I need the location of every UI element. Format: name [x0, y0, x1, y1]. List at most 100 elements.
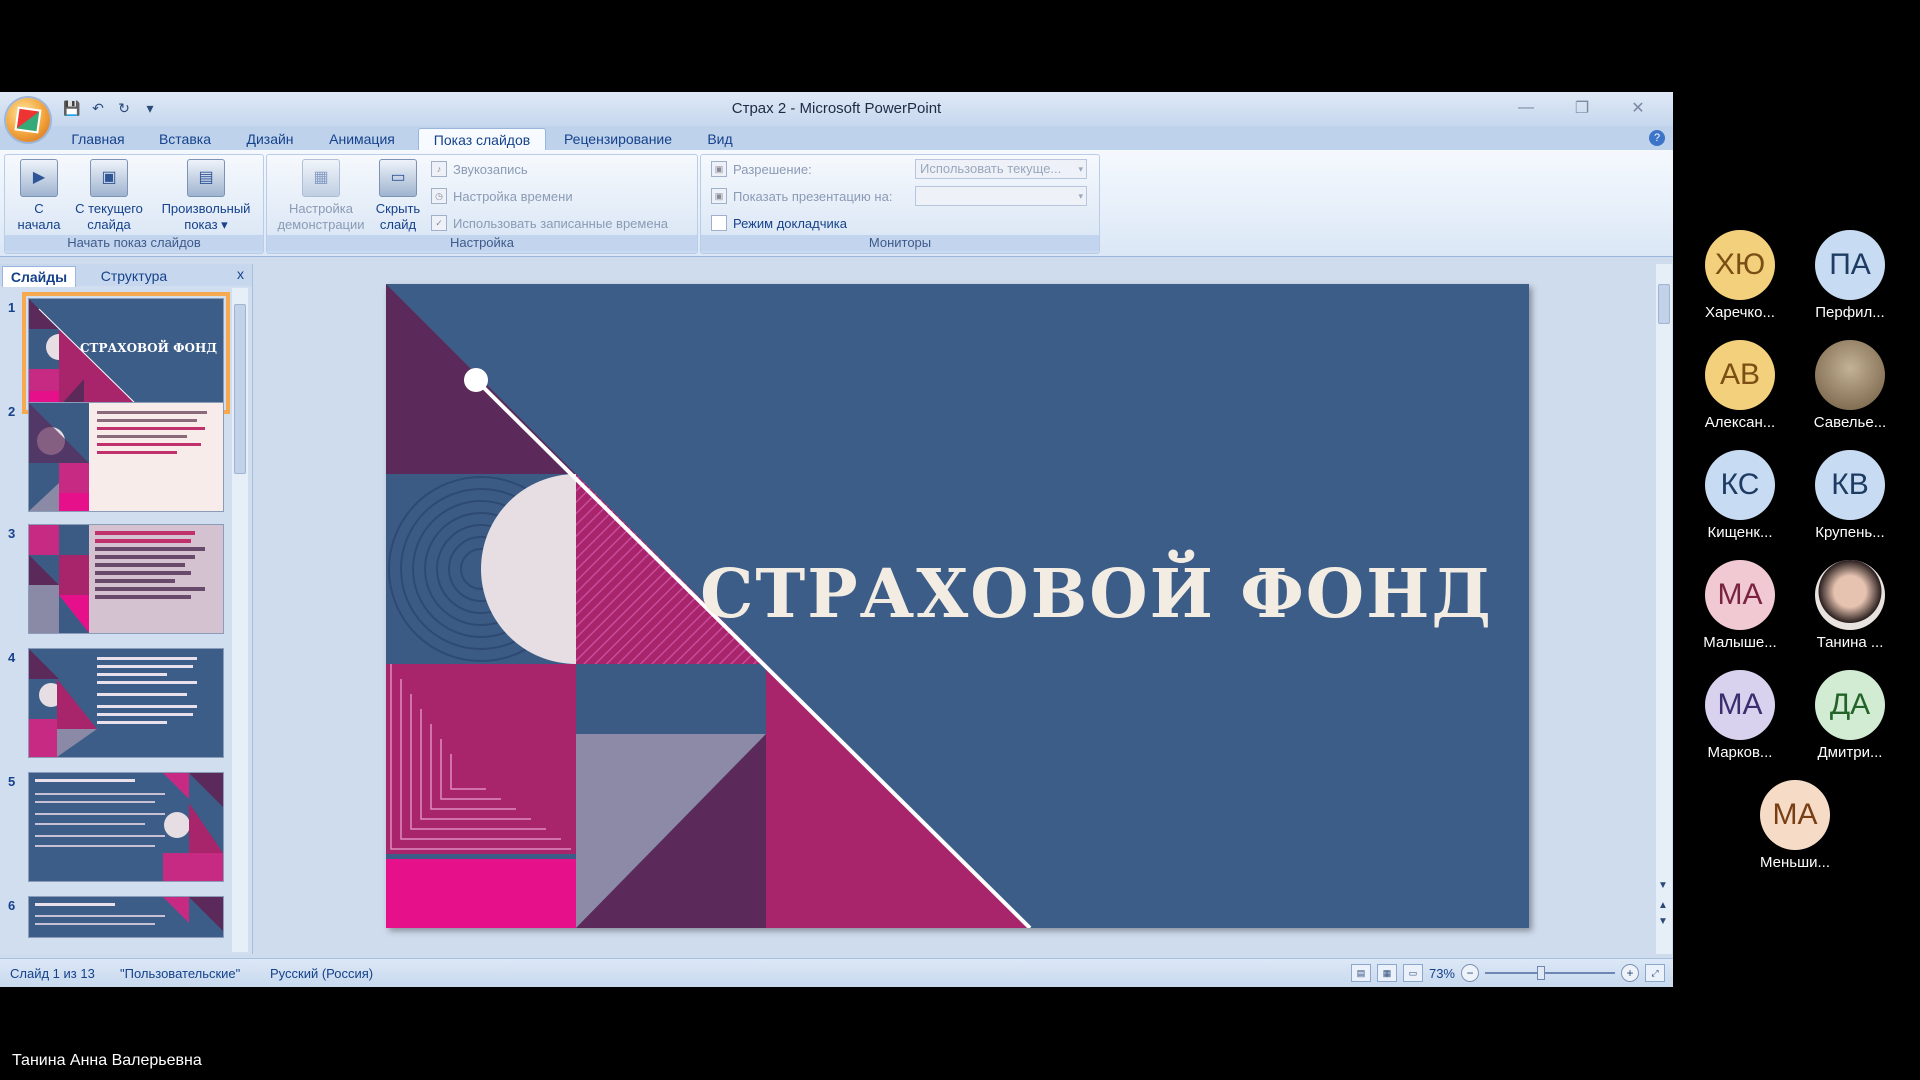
slide-thumbnail-1[interactable]: СТРАХОВОЙ ФОНД: [22, 292, 230, 414]
participant-tile[interactable]: ДА Дмитри...: [1796, 670, 1904, 761]
tab-slide-show[interactable]: Показ слайдов: [418, 128, 546, 151]
resolution-value: Использовать текуще...: [920, 161, 1062, 176]
thumb-number: 6: [8, 898, 16, 913]
setup-show-button[interactable]: ▦ Настройка демонстрации: [271, 159, 371, 233]
zoom-level[interactable]: 73%: [1429, 966, 1455, 981]
thumb-1-title: СТРАХОВОЙ ФОНД: [80, 341, 217, 355]
setup-show-label-2: демонстрации: [277, 217, 365, 232]
language-indicator[interactable]: Русский (Россия): [270, 966, 373, 981]
scroll-thumb[interactable]: [234, 304, 246, 474]
fit-to-window-icon[interactable]: ⤢: [1645, 964, 1665, 982]
from-beginning-button[interactable]: ▶ С начала: [9, 159, 69, 233]
thumb-5-art: [35, 773, 223, 881]
rehearse-timings-option[interactable]: ◷ Настройка времени: [431, 188, 573, 204]
from-current-label-2: слайда: [87, 217, 131, 232]
thumb-2-art: [29, 403, 207, 511]
tab-insert[interactable]: Вставка: [150, 128, 220, 150]
avatar: МА: [1705, 560, 1775, 630]
tab-outline[interactable]: Структура: [88, 266, 180, 286]
show-on-label: Показать презентацию на:: [733, 188, 893, 204]
avatar: МА: [1705, 670, 1775, 740]
participant-tile[interactable]: МА Малыше...: [1686, 560, 1794, 651]
resolution-dropdown[interactable]: Использовать текуще... ▾: [915, 159, 1087, 179]
normal-view-icon[interactable]: ▤: [1350, 964, 1371, 982]
thumb-3-art: [29, 525, 205, 633]
close-button[interactable]: ✕: [1611, 96, 1665, 120]
previous-slide-icon[interactable]: ▲: [1658, 900, 1668, 911]
participant-name: Марков...: [1707, 744, 1773, 761]
setup-show-icon: ▦: [302, 159, 340, 197]
participant-tile[interactable]: МА Меньши...: [1741, 780, 1849, 871]
participant-tile[interactable]: АВ Алексан...: [1686, 340, 1794, 431]
participant-tile[interactable]: КВ Крупень...: [1796, 450, 1904, 541]
slides-panel-scrollbar[interactable]: [232, 288, 248, 952]
title-bar: 💾 ↶ ↻ ▾ Страх 2 - Microsoft PowerPoint —…: [0, 92, 1673, 126]
slide-title[interactable]: СТРАХОВОЙ ФОНД: [700, 554, 1493, 633]
office-button[interactable]: [6, 98, 50, 142]
minimize-button[interactable]: —: [1499, 96, 1553, 120]
slide-counter: Слайд 1 из 13: [10, 966, 95, 981]
presenter-view-checkbox[interactable]: Режим докладчика: [711, 215, 847, 231]
scroll-down-icon[interactable]: ▼: [1658, 880, 1668, 891]
participant-name: Танина ...: [1816, 634, 1884, 651]
zoom-slider[interactable]: [1485, 966, 1615, 980]
participant-tile[interactable]: ХЮ Харечко...: [1686, 230, 1794, 321]
thumb-number: 2: [8, 404, 16, 419]
show-on-dropdown[interactable]: ▾: [915, 186, 1087, 206]
use-timings-checkbox[interactable]: ✓ Использовать записанные времена: [431, 215, 668, 231]
slide-thumbnail-4[interactable]: [28, 648, 224, 758]
participant-name: Алексан...: [1704, 414, 1776, 431]
avatar: ХЮ: [1705, 230, 1775, 300]
powerpoint-window: 💾 ↶ ↻ ▾ Страх 2 - Microsoft PowerPoint —…: [0, 92, 1673, 987]
hide-slide-button[interactable]: ▭ Скрыть слайд: [371, 159, 425, 233]
zoom-out-icon[interactable]: −: [1461, 964, 1479, 982]
slide-sorter-view-icon[interactable]: ▦: [1376, 964, 1397, 982]
microphone-icon: ♪: [431, 161, 447, 177]
group-monitors-label: Мониторы: [701, 235, 1099, 251]
tab-review[interactable]: Рецензирование: [556, 128, 680, 150]
zoom-slider-knob[interactable]: [1537, 966, 1545, 980]
thumb-number: 3: [8, 526, 16, 541]
participant-tile[interactable]: ПА Перфил...: [1796, 230, 1904, 321]
thumb-4-art: [29, 649, 197, 757]
zoom-in-icon[interactable]: +: [1621, 964, 1639, 982]
from-beginning-label-1: С: [34, 201, 44, 216]
next-slide-icon[interactable]: ▼: [1658, 916, 1668, 927]
use-timings-label: Использовать записанные времена: [453, 215, 668, 231]
restore-button[interactable]: ❐: [1555, 96, 1609, 120]
from-current-button[interactable]: ▣ С текущего слайда: [69, 159, 149, 233]
custom-show-label-2: показ ▾: [184, 217, 228, 232]
scroll-thumb[interactable]: [1658, 284, 1670, 324]
tab-animation[interactable]: Анимация: [320, 128, 404, 150]
avatar-photo: [1815, 560, 1885, 630]
participant-tile[interactable]: МА Марков...: [1686, 670, 1794, 761]
participant-tile[interactable]: Савелье...: [1796, 340, 1904, 431]
slideshow-view-icon[interactable]: ▭: [1402, 964, 1423, 982]
clock-icon: ◷: [431, 188, 447, 204]
show-on-row: ▣ Показать презентацию на:: [711, 188, 892, 204]
participant-tile[interactable]: КС Кищенк...: [1686, 450, 1794, 541]
hide-slide-label-2: слайд: [379, 217, 417, 232]
slide-canvas[interactable]: СТРАХОВОЙ ФОНД: [386, 284, 1529, 928]
tab-design[interactable]: Дизайн: [238, 128, 302, 150]
participant-tile[interactable]: Танина ...: [1796, 560, 1904, 651]
help-icon[interactable]: ?: [1649, 130, 1665, 146]
slide-thumbnail-3[interactable]: [28, 524, 224, 634]
custom-show-button[interactable]: ▤ Произвольный показ ▾: [153, 159, 259, 233]
slide-thumbnail-6[interactable]: [28, 896, 224, 938]
record-narration-option[interactable]: ♪ Звукозапись: [431, 161, 528, 177]
from-beginning-label-2: начала: [17, 217, 61, 232]
close-panel-icon[interactable]: x: [237, 266, 244, 282]
participant-name: Меньши...: [1759, 854, 1831, 871]
slide-thumbnail-2[interactable]: [28, 402, 224, 512]
tab-slides[interactable]: Слайды: [2, 266, 76, 287]
slide-thumbnail-5[interactable]: [28, 772, 224, 882]
avatar-photo: [1815, 340, 1885, 410]
custom-show-icon: ▤: [187, 159, 225, 197]
slide-editor: СТРАХОВОЙ ФОНД: [258, 264, 1654, 954]
tab-home[interactable]: Главная: [66, 128, 130, 150]
from-current-label-1: С текущего: [75, 201, 143, 216]
office-logo-icon: [14, 106, 42, 134]
editor-scrollbar[interactable]: ▼ ▲ ▼: [1656, 264, 1672, 954]
tab-view[interactable]: Вид: [700, 128, 740, 150]
